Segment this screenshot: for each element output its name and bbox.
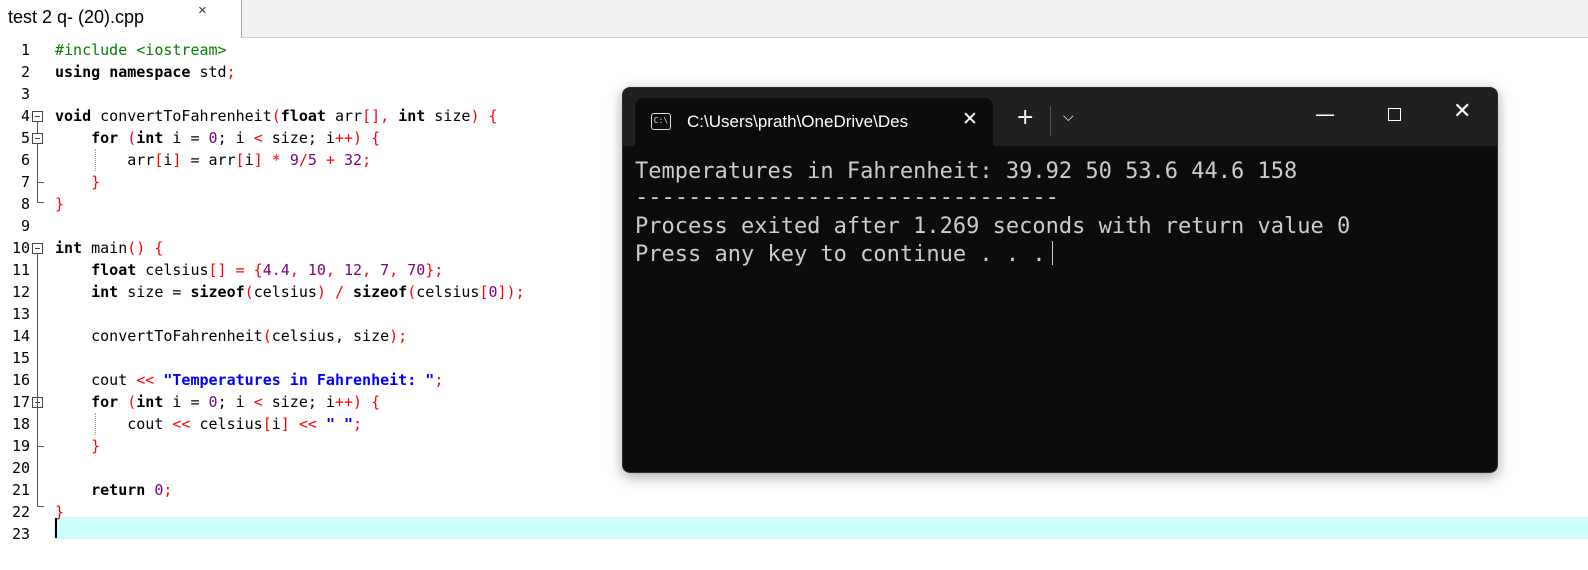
close-tab-icon[interactable]: ✕	[962, 108, 978, 130]
code-line: int main() {	[55, 239, 164, 257]
code-line: int size = sizeof(celsius) / sizeof(cels…	[91, 283, 525, 301]
window-close-button[interactable]: ✕	[1453, 99, 1471, 124]
code-line: return 0;	[91, 481, 173, 499]
fold-line	[37, 122, 38, 133]
code-line: }	[55, 195, 65, 213]
fold-line	[37, 254, 38, 506]
console-titlebar[interactable]: C:\ C:\Users\prath\OneDrive\Des ✕ + ⌵ — …	[623, 88, 1497, 146]
fold-end-mark	[37, 182, 44, 183]
fold-end-mark	[37, 446, 44, 447]
line-number: 1	[20, 41, 30, 59]
code-line: cout << "Temperatures in Fahrenheit: ";	[91, 371, 444, 389]
code-line: arr[i] = arr[i] * 9/5 + 32;	[127, 151, 372, 169]
code-line: void convertToFahrenheit(float arr[], in…	[55, 107, 498, 125]
console-output-line: --------------------------------	[635, 185, 1059, 210]
line-number: 19	[11, 437, 30, 455]
console-tab[interactable]: C:\ C:\Users\prath\OneDrive\Des ✕	[635, 98, 993, 146]
line-number: 16	[11, 371, 30, 389]
titlebar-divider	[1050, 106, 1051, 136]
code-line: for (int i = 0; i < size; i++) {	[91, 129, 381, 147]
line-number: 22	[11, 503, 30, 521]
line-number: 12	[11, 283, 30, 301]
code-line: for (int i = 0; i < size; i++) {	[91, 393, 381, 411]
line-number: 2	[20, 63, 30, 81]
line-number-gutter: 1 2 3 4 5 6 7 8 9 10 11 12 13 14 15 16 1…	[0, 39, 54, 570]
console-window[interactable]: C:\ C:\Users\prath\OneDrive\Des ✕ + ⌵ — …	[622, 87, 1498, 473]
line-number: 5	[20, 129, 30, 147]
line-number: 13	[11, 305, 30, 323]
code-line: }	[91, 437, 101, 455]
code-line: cout << celsius[i] << " ";	[127, 415, 363, 433]
line-number: 18	[11, 415, 30, 433]
line-number: 11	[11, 261, 30, 279]
code-line: }	[91, 173, 101, 191]
line-number: 9	[20, 217, 30, 235]
console-prompt-text: Press any key to continue . . .	[635, 242, 1046, 267]
line-number: 17	[11, 393, 30, 411]
line-number: 10	[11, 239, 30, 257]
terminal-icon: C:\	[651, 113, 671, 130]
file-tab-title: test 2 q- (20).cpp	[8, 7, 145, 27]
current-line-highlight	[54, 517, 1588, 539]
close-icon[interactable]: ×	[198, 2, 207, 19]
line-number: 8	[20, 195, 30, 213]
file-tab[interactable]: test 2 q- (20).cpp ×	[0, 0, 242, 38]
minimize-button[interactable]: —	[1315, 102, 1335, 126]
console-output-line: Temperatures in Fahrenheit: 39.92 50 53.…	[635, 159, 1298, 184]
line-number: 21	[11, 481, 30, 499]
fold-line	[37, 144, 38, 202]
line-number: 20	[11, 459, 30, 477]
line-number: 7	[20, 173, 30, 191]
line-number: 15	[11, 349, 30, 367]
console-cursor	[1051, 241, 1053, 265]
code-line: convertToFahrenheit(celsius, size);	[91, 327, 408, 345]
line-number: 3	[20, 85, 30, 103]
fold-toggle-icon[interactable]	[32, 243, 43, 254]
fold-toggle-icon[interactable]	[32, 111, 43, 122]
code-line: }	[55, 503, 65, 521]
console-output-line: Process exited after 1.269 seconds with …	[635, 214, 1351, 239]
line-number: 6	[20, 151, 30, 169]
line-number: 14	[11, 327, 30, 345]
line-number: 23	[11, 525, 30, 543]
code-line: float celsius[] = {4.4, 10, 12, 7, 70};	[91, 261, 444, 279]
console-tab-title: C:\Users\prath\OneDrive\Des	[687, 112, 909, 131]
fold-end-mark	[37, 202, 44, 203]
console-output[interactable]: Temperatures in Fahrenheit: 39.92 50 53.…	[635, 158, 1485, 458]
line-number: 4	[20, 107, 30, 125]
code-line: using namespace std;	[55, 63, 236, 81]
maximize-button[interactable]	[1388, 108, 1401, 121]
code-line: #include <iostream>	[55, 41, 227, 59]
fold-end-mark	[37, 506, 44, 507]
new-tab-button[interactable]: +	[1016, 105, 1034, 130]
chevron-down-icon[interactable]: ⌵	[1063, 109, 1074, 125]
editor-tab-bar: test 2 q- (20).cpp ×	[0, 0, 1588, 38]
console-output-line: Press any key to continue . . .	[635, 241, 1053, 269]
fold-toggle-icon[interactable]	[32, 133, 43, 144]
